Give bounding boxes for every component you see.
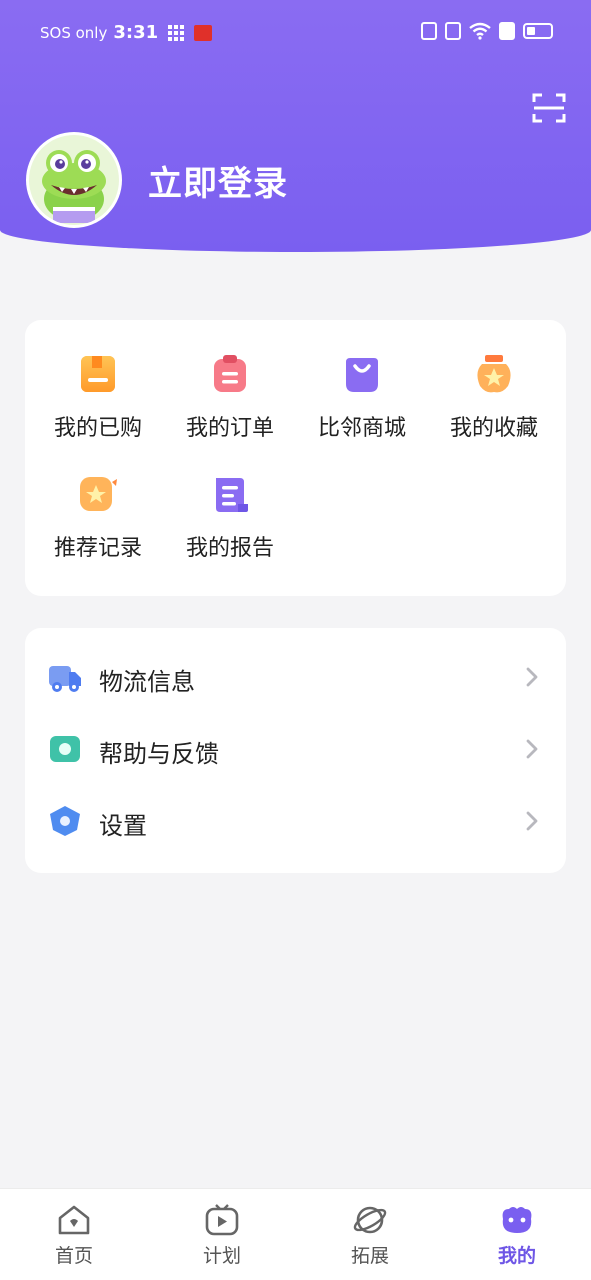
- nav-label: 拓展: [350, 1245, 389, 1267]
- grid-item-shop[interactable]: 比邻商城: [297, 352, 427, 442]
- chevron-right-icon: [526, 667, 538, 687]
- battery-icon: [523, 23, 553, 39]
- nav-label: 首页: [54, 1245, 93, 1267]
- notification-app-icon: [194, 24, 213, 41]
- profile-header: SOS only 3:31 立即登录: [0, 0, 591, 252]
- wifi-icon: [469, 22, 491, 40]
- app-grid-icon: [168, 24, 185, 41]
- nav-label: 我的: [497, 1245, 536, 1267]
- grid-item-purchased[interactable]: 我的已购: [33, 352, 163, 442]
- settings-icon: [50, 806, 80, 836]
- avatar[interactable]: [26, 132, 122, 228]
- list-item-label: 物流信息: [99, 668, 195, 696]
- grid-item-label: 比邻商城: [317, 416, 406, 441]
- grid-item-label: 我的报告: [185, 536, 274, 561]
- clock-text: 3:31: [113, 22, 159, 43]
- truck-icon: [49, 666, 81, 692]
- favorites-icon: [477, 355, 511, 393]
- alert-icon: [499, 22, 515, 40]
- nav-tab-plan[interactable]: 计划: [182, 1203, 262, 1268]
- login-link[interactable]: 立即登录: [148, 156, 288, 205]
- list-item-help[interactable]: 帮助与反馈: [25, 712, 566, 784]
- recommend-icon: [80, 477, 117, 511]
- grid-item-label: 推荐记录: [53, 536, 142, 561]
- nav-tab-home[interactable]: 首页: [34, 1203, 114, 1268]
- chevron-right-icon: [526, 739, 538, 759]
- explore-icon: [353, 1206, 387, 1234]
- purchased-icon: [81, 356, 115, 392]
- nav-tab-explore[interactable]: 拓展: [330, 1203, 410, 1268]
- grid-item-recommend[interactable]: 推荐记录: [33, 472, 163, 562]
- list-item-label: 设置: [99, 812, 147, 840]
- list-item-logistics[interactable]: 物流信息: [25, 640, 566, 712]
- grid-item-favorites[interactable]: 我的收藏: [429, 352, 559, 442]
- grid-item-label: 我的已购: [53, 416, 142, 441]
- nfc-icon: [421, 22, 437, 40]
- orders-icon: [214, 355, 246, 392]
- chevron-right-icon: [526, 811, 538, 831]
- quick-actions-card: 我的已购 我的订单 比邻商城 我的收藏 推荐记录 我的报告: [25, 320, 566, 596]
- report-icon: [216, 478, 248, 512]
- grid-item-report[interactable]: 我的报告: [165, 472, 295, 562]
- status-bar: SOS only 3:31: [0, 0, 591, 66]
- plan-icon: [205, 1204, 239, 1236]
- home-icon: [58, 1205, 90, 1235]
- grid-item-label: 我的收藏: [449, 416, 538, 441]
- bottom-nav: 首页 计划 拓展 我的: [0, 1188, 591, 1280]
- carrier-text: SOS only: [40, 23, 108, 42]
- menu-list-card: 物流信息 帮助与反馈 设置: [25, 628, 566, 873]
- list-item-label: 帮助与反馈: [99, 740, 219, 768]
- grid-item-label: 我的订单: [185, 416, 274, 441]
- help-icon: [50, 736, 80, 762]
- vibrate-icon: [445, 22, 461, 40]
- list-item-settings[interactable]: 设置: [25, 784, 566, 856]
- mine-icon: [502, 1207, 532, 1233]
- shop-icon: [346, 358, 378, 392]
- nav-label: 计划: [202, 1245, 241, 1267]
- scan-icon[interactable]: [532, 92, 566, 124]
- nav-tab-mine[interactable]: 我的: [477, 1203, 557, 1268]
- grid-item-orders[interactable]: 我的订单: [165, 352, 295, 442]
- crocodile-mascot-icon: [29, 135, 119, 225]
